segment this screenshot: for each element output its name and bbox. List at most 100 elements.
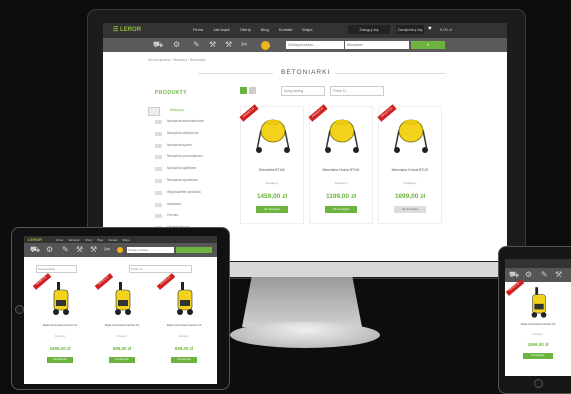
per-page-select[interactable]: Pokaż 12	[330, 86, 384, 96]
tractor-icon[interactable]: ⚙	[173, 40, 180, 50]
product-card[interactable]: PROMOCJA Myjka ciśnieniowa Karcher K4 Do…	[94, 273, 148, 370]
desktop-screen: ☰ LEROR Firma Jak kupić Oferty Blog Kont…	[103, 23, 507, 261]
sort-select[interactable]: Sortuj według	[36, 265, 77, 273]
product-card[interactable]: PROMOCJA Betoniarka Cedrus BT120 Dostępn…	[377, 104, 442, 224]
nav-item[interactable]: Mapa	[302, 27, 312, 32]
promo-badge-icon[interactable]	[261, 41, 270, 50]
pressure-washer-image[interactable]	[48, 280, 74, 316]
sidebar-item[interactable]: Akcesoria	[155, 202, 225, 214]
grid-view-icon[interactable]	[240, 87, 247, 94]
site-logo[interactable]: ☰ LEROR	[113, 26, 141, 33]
concrete-mixer-image[interactable]	[322, 114, 362, 154]
tractor-icon[interactable]: ⚙	[46, 245, 53, 254]
sidebar-item[interactable]: Narzędzia ręczne	[155, 143, 225, 155]
nav-item[interactable]: Firma	[56, 238, 63, 242]
mixer-icon[interactable]: ⛟	[509, 270, 519, 280]
tractor-icon[interactable]: ⚙	[525, 270, 532, 279]
hammer-icon[interactable]: ⚒	[90, 245, 97, 254]
saw-icon[interactable]: ⚒	[555, 270, 562, 279]
main-nav: Firma Jak kupić Oferty Blog Kontakt Mapa	[193, 27, 312, 32]
nav-item[interactable]: Oferty	[85, 238, 93, 242]
tablet-screen: LEROR Firma Jak kupić Oferty Blog Kontak…	[24, 236, 217, 384]
nav-item[interactable]: Blog	[97, 238, 103, 242]
category-icon-bar: ⛟ ⚙ ✎ ⚒	[505, 268, 571, 282]
tablet-home-button[interactable]	[15, 305, 24, 314]
product-name[interactable]: Myjka ciśnieniowa Karcher K4	[96, 324, 148, 327]
nav-item[interactable]: Firma	[193, 27, 203, 32]
sidebar-item[interactable]: Narzędzia ogrodnicze	[155, 178, 225, 190]
mixer-icon[interactable]: ⛟	[30, 245, 40, 255]
product-card[interactable]: PROMOCJA Myjka ciśnieniowa Karcher K2 Do…	[32, 273, 86, 370]
pressure-washer-image[interactable]	[527, 283, 551, 321]
nav-item[interactable]: Kontakt	[108, 238, 118, 242]
add-to-cart-button[interactable]: Do koszyka	[256, 206, 288, 213]
heart-icon[interactable]: ♥	[428, 26, 432, 32]
login-button[interactable]: Zaloguj się	[348, 25, 390, 34]
saw-icon[interactable]: ⚒	[76, 245, 83, 254]
sort-select[interactable]: Sortuj według	[281, 86, 325, 96]
sidebar-header[interactable]: Maszyny	[148, 107, 223, 116]
search-input[interactable]: Szukaj produktu...	[127, 247, 174, 253]
sidebar-item[interactable]: Narzędzia elektryczne	[155, 131, 225, 143]
add-to-cart-button[interactable]: Do koszyka	[109, 357, 135, 363]
page-title: BETONIARKI	[281, 69, 331, 76]
concrete-mixer-image[interactable]	[391, 114, 431, 154]
sidebar-item[interactable]: Narzędzia pneumatyczne	[155, 154, 225, 166]
wrench-icon[interactable]: ✂	[104, 245, 111, 254]
cart-value[interactable]: 0,00 zł	[440, 27, 452, 32]
per-page-select[interactable]: Pokaż 12	[129, 265, 192, 273]
phone-home-button[interactable]	[534, 379, 543, 388]
availability: Dostępny	[334, 181, 348, 185]
nav-item[interactable]: Blog	[261, 27, 269, 32]
product-name[interactable]: Betoniarka Cedrus BT120	[379, 168, 441, 172]
hammer-icon[interactable]: ⚒	[225, 40, 232, 50]
search-input[interactable]: Szukaj produktu...	[286, 41, 344, 49]
product-card[interactable]: PROMOCJA Myjka ciśnieniowa Karcher K3 Do…	[156, 273, 210, 370]
product-price: 1699,00 zł	[527, 342, 549, 347]
nav-item[interactable]: Jak kupić	[213, 27, 230, 32]
top-navigation-bar: ☰ LEROR Firma Jak kupić Oferty Blog Kont…	[103, 23, 507, 38]
mixer-icon[interactable]: ⛟	[153, 40, 163, 50]
product-card[interactable]: PROMOCJA Betoniarka BT160 Dostępny 1459,…	[239, 104, 304, 224]
sidebar-title: PRODUKTY	[155, 90, 188, 96]
sidebar-item[interactable]: Chemia	[155, 213, 225, 225]
sidebar-item[interactable]: Narzędzia spalinowe	[155, 166, 225, 178]
product-card[interactable]: PROMOCJA Betoniarka Cedrus BT140 Dostępn…	[308, 104, 373, 224]
pressure-washer-image[interactable]	[172, 280, 198, 316]
product-name[interactable]: Betoniarka Cedrus BT140	[310, 168, 372, 172]
nav-item[interactable]: Mapa	[123, 238, 130, 242]
promo-badge-icon[interactable]	[117, 247, 123, 253]
concrete-mixer-image[interactable]	[253, 114, 293, 154]
nav-item[interactable]: Kontakt	[279, 27, 293, 32]
product-name[interactable]: Myjka ciśnieniowa Karcher K3	[158, 324, 210, 327]
monitor-stand-neck	[242, 277, 362, 327]
add-to-cart-button[interactable]: Do koszyka	[394, 206, 426, 213]
nav-item[interactable]: Oferty	[240, 27, 251, 32]
category-thumbnail	[148, 107, 160, 116]
category-select[interactable]: Wszystkie	[345, 41, 409, 49]
search-button[interactable]: ⌕	[411, 41, 445, 49]
product-price: 1699,00 zł	[49, 346, 71, 351]
nav-item[interactable]: Jak kupić	[68, 238, 80, 242]
product-name[interactable]: Betoniarka BT160	[241, 168, 303, 172]
register-button[interactable]: Zarejestruj się	[396, 25, 424, 34]
add-to-cart-button[interactable]: Do koszyka	[47, 357, 73, 363]
drill-icon[interactable]: ✎	[541, 270, 548, 279]
divider	[335, 73, 445, 74]
saw-icon[interactable]: ⚒	[209, 40, 216, 50]
add-to-cart-button[interactable]: Do koszyka	[523, 353, 553, 359]
pressure-washer-image[interactable]	[110, 280, 136, 316]
sidebar-item[interactable]: Narzędzia akumulatorowe	[155, 119, 225, 131]
product-name[interactable]: Myjka ciśnieniowa Karcher K2	[505, 323, 571, 326]
wrench-icon[interactable]: ✂	[241, 40, 248, 50]
drill-icon[interactable]: ✎	[193, 40, 200, 50]
drill-icon[interactable]: ✎	[62, 245, 69, 254]
site-logo[interactable]: LEROR	[28, 237, 42, 242]
search-button[interactable]	[176, 247, 212, 253]
sidebar-item[interactable]: Wyposażenie warsztatu	[155, 190, 225, 202]
product-name[interactable]: Myjka ciśnieniowa Karcher K2	[34, 324, 86, 327]
list-view-icon[interactable]	[249, 87, 256, 94]
add-to-cart-button[interactable]: Do koszyka	[171, 357, 197, 363]
breadcrumb[interactable]: Strona główna / Maszyny / Betoniarki	[148, 58, 206, 62]
add-to-cart-button[interactable]: Do koszyka	[325, 206, 357, 213]
